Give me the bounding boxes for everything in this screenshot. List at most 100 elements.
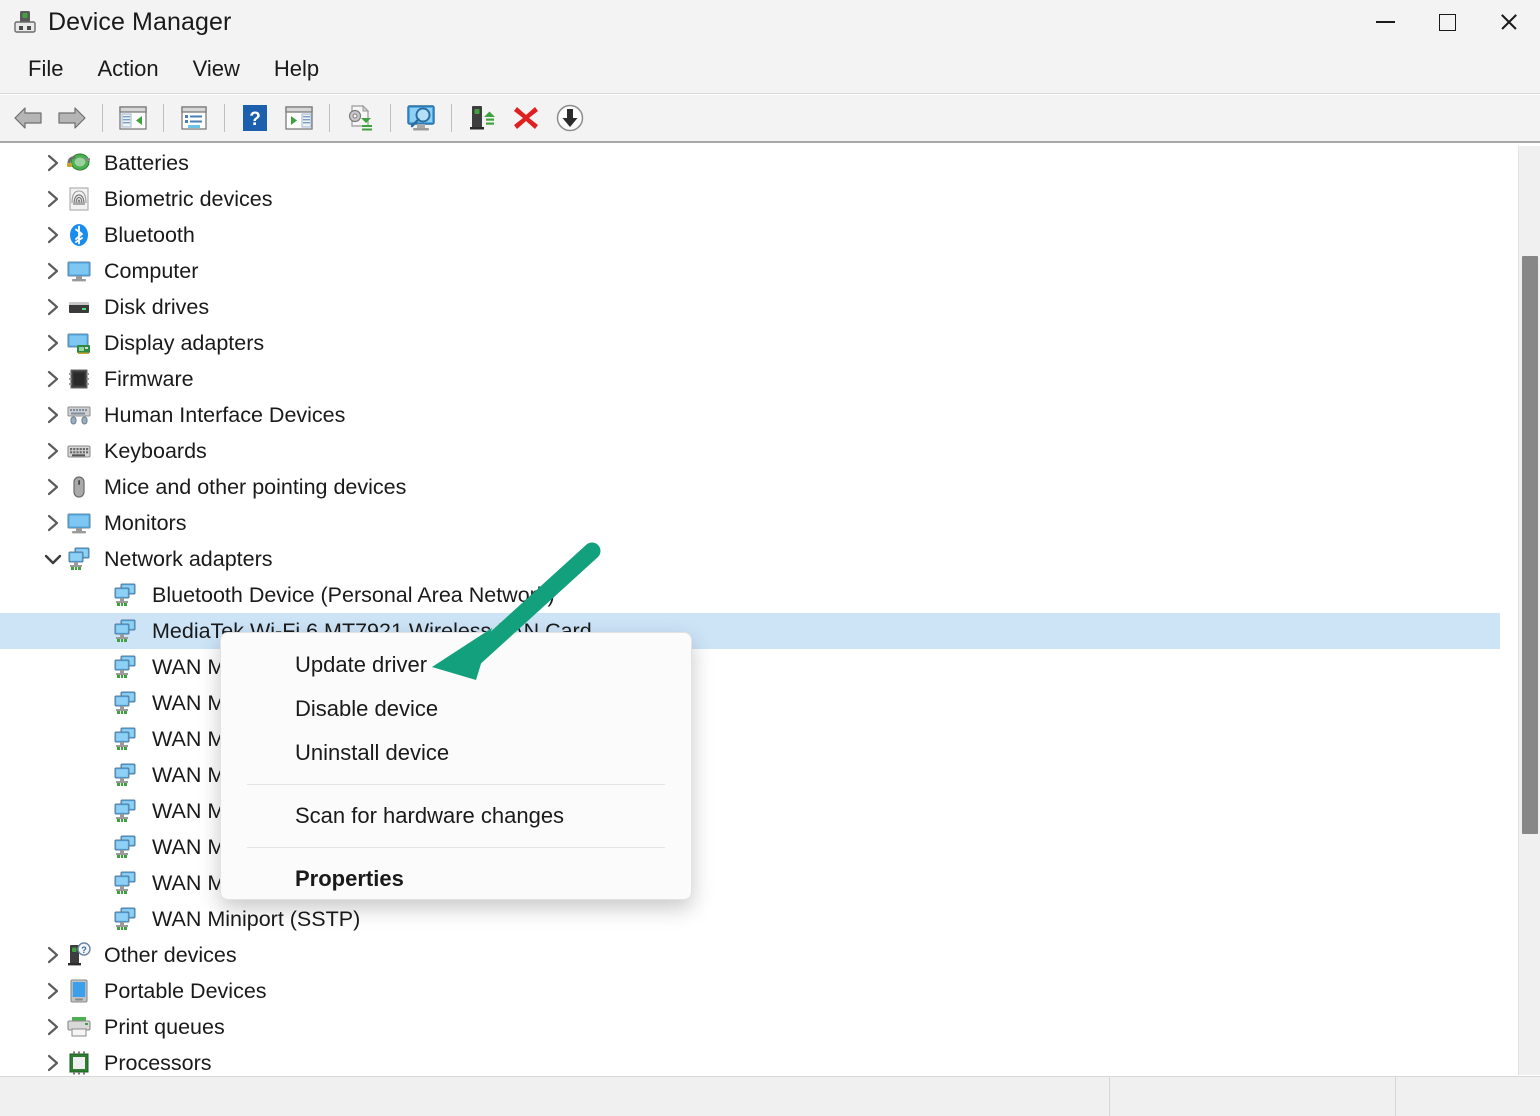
chevron-right-icon[interactable] bbox=[40, 226, 66, 244]
close-button[interactable] bbox=[1478, 0, 1540, 44]
forward-button[interactable] bbox=[50, 98, 94, 138]
svg-text:?: ? bbox=[81, 945, 87, 955]
tree-node-label: Keyboards bbox=[104, 439, 207, 463]
chevron-right-icon[interactable] bbox=[40, 334, 66, 352]
status-bar bbox=[0, 1076, 1540, 1116]
uninstall-device-button[interactable] bbox=[504, 98, 548, 138]
monitor-icon bbox=[66, 258, 92, 284]
tree-node-batteries[interactable]: Batteries bbox=[0, 145, 1500, 181]
action-pane-icon bbox=[285, 106, 313, 130]
chevron-right-icon[interactable] bbox=[40, 298, 66, 316]
enable-device-button[interactable] bbox=[460, 98, 504, 138]
tree-node-wan-miniport-sstp[interactable]: WAN Miniport (SSTP) bbox=[0, 901, 1500, 937]
tree-node-display-adapters[interactable]: Display adapters bbox=[0, 325, 1500, 361]
window-title: Device Manager bbox=[48, 7, 232, 36]
tree-node-label: Print queues bbox=[104, 1015, 225, 1039]
tree-node-firmware[interactable]: Firmware bbox=[0, 361, 1500, 397]
properties-button[interactable] bbox=[172, 98, 216, 138]
context-menu-item-update-driver[interactable]: Update driver bbox=[221, 643, 691, 687]
hid-icon bbox=[66, 402, 92, 428]
network-adapter-icon bbox=[112, 762, 138, 788]
tree-node-print-queues[interactable]: Print queues bbox=[0, 1009, 1500, 1045]
minimize-icon bbox=[1375, 21, 1395, 23]
chevron-right-icon[interactable] bbox=[40, 1018, 66, 1036]
tree-node-human-interface-devices[interactable]: Human Interface Devices bbox=[0, 397, 1500, 433]
menu-help[interactable]: Help bbox=[258, 51, 335, 87]
chevron-down-icon[interactable] bbox=[40, 553, 66, 566]
network-adapter-icon bbox=[112, 906, 138, 932]
chevron-right-icon[interactable] bbox=[40, 514, 66, 532]
enable-device-icon bbox=[470, 106, 495, 130]
chevron-right-icon[interactable] bbox=[40, 154, 66, 172]
chevron-right-icon[interactable] bbox=[40, 1054, 66, 1072]
update-driver-icon bbox=[348, 104, 372, 131]
mouse-icon bbox=[66, 474, 92, 500]
menu-file[interactable]: File bbox=[12, 51, 79, 87]
device-tree-panel[interactable]: Batteries Biometric devices Bluetooth Co… bbox=[0, 145, 1540, 1075]
network-adapter-icon bbox=[112, 798, 138, 824]
properties-window-icon bbox=[181, 106, 207, 130]
network-adapter-icon bbox=[112, 618, 138, 644]
chevron-right-icon[interactable] bbox=[40, 406, 66, 424]
monitor-icon bbox=[66, 510, 92, 536]
tree-node-network-adapters[interactable]: Network adapters bbox=[0, 541, 1500, 577]
tree-node-mice-and-other-pointing-devices[interactable]: Mice and other pointing devices bbox=[0, 469, 1500, 505]
tree-node-label: Network adapters bbox=[104, 547, 273, 571]
window-controls bbox=[1354, 0, 1540, 44]
device-manager-icon bbox=[12, 9, 38, 35]
chevron-right-icon[interactable] bbox=[40, 946, 66, 964]
chevron-right-icon[interactable] bbox=[40, 190, 66, 208]
network-adapter-icon bbox=[112, 582, 138, 608]
status-message bbox=[0, 1077, 1109, 1116]
menu-action[interactable]: Action bbox=[81, 51, 174, 87]
tree-node-label: Disk drives bbox=[104, 295, 210, 319]
question-mark-icon: ? bbox=[243, 105, 267, 131]
context-menu-item-properties[interactable]: Properties bbox=[221, 857, 691, 901]
chevron-right-icon[interactable] bbox=[40, 262, 66, 280]
show-hide-console-tree-button[interactable] bbox=[111, 98, 155, 138]
help-button[interactable]: ? bbox=[233, 98, 277, 138]
back-button[interactable] bbox=[6, 98, 50, 138]
tree-node-disk-drives[interactable]: Disk drives bbox=[0, 289, 1500, 325]
network-adapter-icon bbox=[112, 654, 138, 680]
vertical-scrollbar[interactable] bbox=[1518, 146, 1540, 1075]
back-arrow-icon bbox=[14, 107, 42, 129]
toolbar-separator bbox=[163, 104, 164, 132]
show-hide-action-pane-button[interactable] bbox=[277, 98, 321, 138]
context-menu-item-scan-for-hardware-changes[interactable]: Scan for hardware changes bbox=[221, 794, 691, 838]
printer-icon bbox=[66, 1014, 92, 1040]
network-adapter-icon bbox=[112, 870, 138, 896]
context-menu-item-disable-device[interactable]: Disable device bbox=[221, 687, 691, 731]
scan-for-hardware-changes-button[interactable] bbox=[399, 98, 443, 138]
tree-node-label: Bluetooth Device (Personal Area Network) bbox=[152, 583, 555, 607]
chevron-right-icon[interactable] bbox=[40, 982, 66, 1000]
tree-node-label: Other devices bbox=[104, 943, 237, 967]
chevron-right-icon[interactable] bbox=[40, 478, 66, 496]
menu-view[interactable]: View bbox=[177, 51, 256, 87]
scrollbar-thumb[interactable] bbox=[1522, 256, 1538, 834]
maximize-button[interactable] bbox=[1416, 0, 1478, 44]
chevron-right-icon[interactable] bbox=[40, 442, 66, 460]
tree-node-label: WAN Miniport (SSTP) bbox=[152, 907, 361, 931]
tree-node-bluetooth[interactable]: Bluetooth bbox=[0, 217, 1500, 253]
tree-node-computer[interactable]: Computer bbox=[0, 253, 1500, 289]
tree-node-portable-devices[interactable]: Portable Devices bbox=[0, 973, 1500, 1009]
context-menu-item-uninstall-device[interactable]: Uninstall device bbox=[221, 731, 691, 775]
battery-icon bbox=[66, 150, 92, 176]
menu-bar: File Action View Help bbox=[0, 44, 1540, 94]
tree-node-monitors[interactable]: Monitors bbox=[0, 505, 1500, 541]
minimize-button[interactable] bbox=[1354, 0, 1416, 44]
tree-node-bluetooth-device-pan[interactable]: Bluetooth Device (Personal Area Network) bbox=[0, 577, 1500, 613]
tree-node-other-devices[interactable]: ? Other devices bbox=[0, 937, 1500, 973]
red-x-icon bbox=[514, 107, 538, 129]
update-driver-button[interactable] bbox=[338, 98, 382, 138]
chevron-right-icon[interactable] bbox=[40, 370, 66, 388]
tree-node-biometric-devices[interactable]: Biometric devices bbox=[0, 181, 1500, 217]
disable-device-button[interactable] bbox=[548, 98, 592, 138]
toolbar-separator bbox=[329, 104, 330, 132]
tree-node-label: Portable Devices bbox=[104, 979, 267, 1003]
tree-node-keyboards[interactable]: Keyboards bbox=[0, 433, 1500, 469]
processor-icon bbox=[66, 1050, 92, 1075]
forward-arrow-icon bbox=[58, 107, 86, 129]
tree-node-processors[interactable]: Processors bbox=[0, 1045, 1500, 1075]
